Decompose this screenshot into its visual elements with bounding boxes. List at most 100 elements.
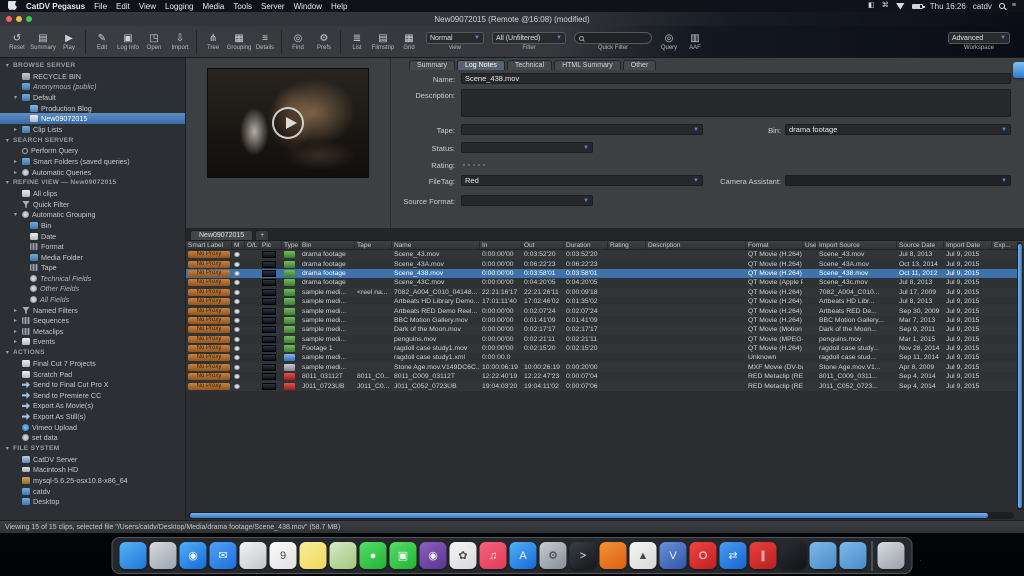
- sidebar-item-smart-folders-saved-queries[interactable]: ▸ Smart Folders (saved queries): [0, 156, 185, 167]
- dock-icon-vlc[interactable]: ▲: [629, 542, 657, 569]
- table-tab-new09072015[interactable]: New09072015: [190, 230, 254, 240]
- toolbar-open[interactable]: ◳ Open: [141, 33, 167, 51]
- sidebar-item-catdv[interactable]: catdv: [0, 486, 185, 497]
- sidebar-item-media-folder[interactable]: Media Folder: [0, 252, 185, 263]
- column-header-name[interactable]: Name: [392, 241, 480, 249]
- column-header-type[interactable]: Type: [282, 241, 300, 249]
- sidebar-item-format[interactable]: Format: [0, 241, 185, 252]
- sidebar-item-automatic-queries[interactable]: ▸ Automatic Queries: [0, 167, 185, 178]
- sidebar-item-metaclips[interactable]: ▸ Metaclips: [0, 326, 185, 337]
- tab-other[interactable]: Other: [622, 60, 657, 70]
- minimize-button[interactable]: [16, 16, 22, 22]
- dock-icon-notes[interactable]: [299, 542, 327, 569]
- dock-icon-calendar[interactable]: 9: [269, 542, 297, 569]
- dock-icon-launchpad[interactable]: [149, 542, 177, 569]
- column-header-m[interactable]: M: [232, 241, 245, 249]
- dock-icon-terminal[interactable]: >: [569, 542, 597, 569]
- sidebar-item-production-blog[interactable]: Production Blog: [0, 103, 185, 114]
- column-header-out[interactable]: Out: [522, 241, 564, 249]
- column-header-used[interactable]: Used: [803, 241, 817, 249]
- table-row[interactable]: No Proxy sample medi... BBC Motion Gallery…: [186, 315, 1017, 326]
- dock-icon-safari[interactable]: ◉: [179, 542, 207, 569]
- dock-icon-photo-booth[interactable]: ◉: [419, 542, 447, 569]
- toolbar-details[interactable]: ≡ Details: [252, 33, 278, 51]
- column-header-import-date[interactable]: Import Date: [944, 241, 992, 249]
- zoom-button[interactable]: [26, 16, 32, 22]
- table-row[interactable]: No Proxy Footage 1 ragdoll case study1.mov…: [186, 343, 1017, 354]
- dock-icon-folder-applications[interactable]: [809, 542, 837, 569]
- table-row[interactable]: No Proxy sample medi... ragdoll case study…: [186, 353, 1017, 363]
- sidebar-item-anonymous-public[interactable]: Anonymous (public): [0, 82, 185, 93]
- toolbar-import[interactable]: ⇩ Import: [167, 33, 193, 51]
- column-header-duration[interactable]: Duration: [564, 241, 608, 249]
- status-dropdown[interactable]: ▼: [461, 142, 593, 153]
- table-row[interactable]: No Proxy sample medi... penguins.mov 0:00:0…: [186, 334, 1017, 344]
- menu-file[interactable]: File: [94, 2, 107, 11]
- toolbar-edit[interactable]: ✎ Edit: [89, 33, 115, 51]
- apple-menu-icon[interactable]: [8, 0, 17, 12]
- tab-technical[interactable]: Technical: [506, 60, 553, 70]
- rating-stars[interactable]: [463, 164, 485, 166]
- table-row[interactable]: No Proxy 8011_03112T 8011_C0... 8011_C009_0…: [186, 372, 1017, 382]
- sidebar-item-sequences[interactable]: ▸ Sequences: [0, 315, 185, 326]
- table-row[interactable]: No Proxy J011_0723UB J011_C0... J011_C052_0…: [186, 381, 1017, 391]
- sidebar-item-all-clips[interactable]: All clips: [0, 188, 185, 199]
- toolbar-reset[interactable]: ↺ Reset: [4, 33, 30, 51]
- column-header-bin[interactable]: Bin: [300, 241, 355, 249]
- menu-help[interactable]: Help: [331, 2, 347, 11]
- sidebar-item-default[interactable]: ▾ Default: [0, 92, 185, 103]
- sidebar-item-events[interactable]: ▸ Events: [0, 337, 185, 348]
- sidebar-item-export-as-still-s[interactable]: Export As Still(s): [0, 411, 185, 422]
- sidebar-item-automatic-grouping[interactable]: ▾ Automatic Grouping: [0, 210, 185, 221]
- tab-log-notes[interactable]: Log Notes: [456, 60, 505, 70]
- menu-logging[interactable]: Logging: [165, 2, 193, 11]
- sidebar-item-scratch-pad[interactable]: Scratch Pad: [0, 369, 185, 380]
- toolbar-tree[interactable]: ⋔ Tree: [200, 33, 226, 51]
- toolbar-list[interactable]: ≣ List: [344, 33, 370, 51]
- dock-icon-virtualbox[interactable]: V: [659, 542, 687, 569]
- tab-summary[interactable]: Summary: [409, 60, 455, 70]
- table-row[interactable]: No Proxy sample medi... Dark of the Moon.m…: [186, 325, 1017, 335]
- column-header-exp[interactable]: Exp...: [992, 241, 1018, 249]
- menu-window[interactable]: Window: [294, 2, 322, 11]
- dock-icon-system-preferences[interactable]: ⚙: [539, 542, 567, 569]
- sidebar-item-tape[interactable]: Tape: [0, 263, 185, 274]
- sidebar-item-bin[interactable]: Bin: [0, 220, 185, 231]
- vertical-scrollbar-thumb[interactable]: [1018, 244, 1022, 508]
- dock-icon-contacts[interactable]: [239, 542, 267, 569]
- sidebar-item-quick-filter[interactable]: Quick Filter: [0, 199, 185, 210]
- dock-icon-photos[interactable]: ✿: [449, 542, 477, 569]
- sidebar-item-all-fields[interactable]: All Fields: [0, 294, 185, 305]
- dock-icon-parallels[interactable]: ∥: [749, 542, 777, 569]
- sidebar-item-desktop[interactable]: Desktop: [0, 496, 185, 507]
- menu-tools[interactable]: Tools: [233, 2, 252, 11]
- dock-icon-itunes[interactable]: ♫: [479, 542, 507, 569]
- quick-filter-search[interactable]: [574, 32, 652, 44]
- dock-icon-facetime[interactable]: ▣: [389, 542, 417, 569]
- filter-dropdown[interactable]: All (Unfiltered) ▼: [492, 32, 566, 44]
- column-header-format[interactable]: Format: [746, 241, 803, 249]
- sidebar-item-export-as-movie-s[interactable]: Export As Movie(s): [0, 401, 185, 412]
- menu-view[interactable]: View: [139, 2, 156, 11]
- sidebar-item-perform-query[interactable]: Perform Query: [0, 146, 185, 157]
- toolbar-summary[interactable]: ▤ Summary: [30, 33, 56, 51]
- wifi-icon[interactable]: [895, 2, 905, 10]
- workspace-dropdown[interactable]: Advanced ▼: [948, 32, 1010, 44]
- menubar-user[interactable]: catdv: [973, 2, 992, 11]
- add-tab-button[interactable]: +: [255, 230, 270, 240]
- toolbar-grid[interactable]: ▦ Grid: [396, 33, 422, 51]
- column-header-rating[interactable]: Rating: [608, 241, 646, 249]
- column-header-tape[interactable]: Tape: [355, 241, 392, 249]
- horizontal-scrollbar[interactable]: [188, 512, 1014, 519]
- dock-icon-maps[interactable]: [329, 542, 357, 569]
- toolbar-play[interactable]: ▶ Play: [56, 33, 82, 51]
- column-header-pic[interactable]: Pic: [260, 241, 282, 249]
- dock-icon-app-store[interactable]: A: [509, 542, 537, 569]
- menu-server[interactable]: Server: [261, 2, 285, 11]
- dock-icon-mail[interactable]: ✉: [209, 542, 237, 569]
- dock-icon-firefox[interactable]: [599, 542, 627, 569]
- sidebar-item-vimeo-upload[interactable]: Vimeo Upload: [0, 422, 185, 433]
- column-header-in[interactable]: In: [480, 241, 522, 249]
- dock-icon-teamviewer[interactable]: ⇄: [719, 542, 747, 569]
- menu-catdv-pegasus[interactable]: CatDV Pegasus: [26, 2, 85, 11]
